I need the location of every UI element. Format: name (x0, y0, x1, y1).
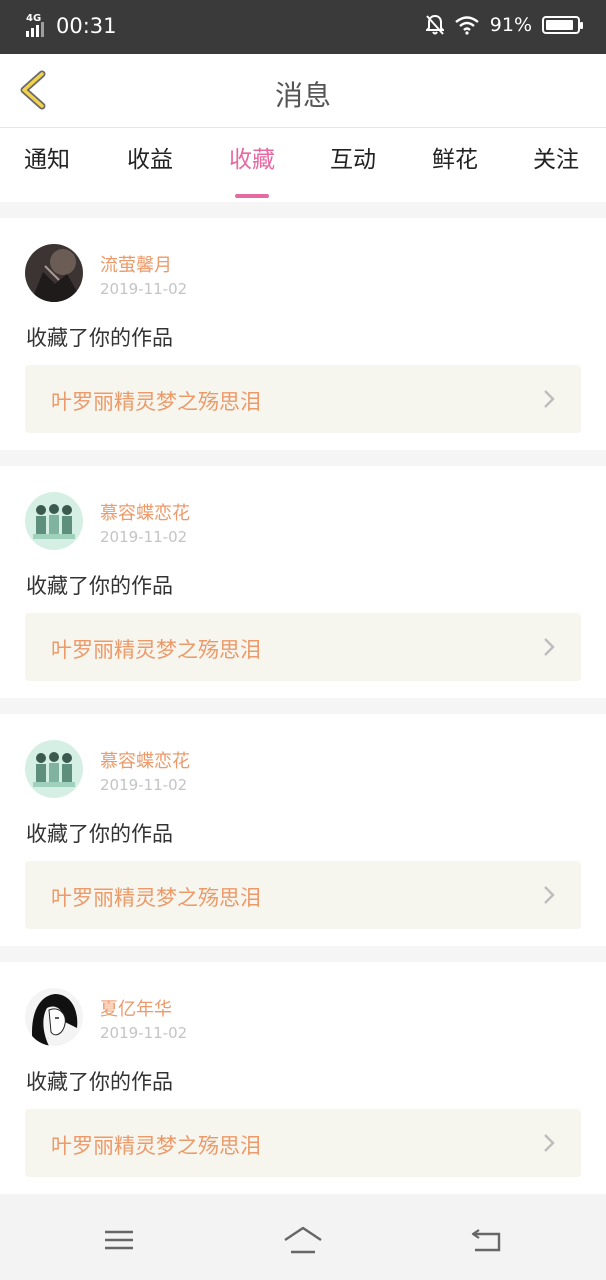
avatar[interactable] (25, 492, 83, 550)
tab-label: 鲜花 (432, 147, 478, 173)
tab-interactions[interactable]: 互动 (330, 140, 376, 174)
work-link[interactable]: 叶罗丽精灵梦之殇思泪 (25, 861, 581, 929)
tab-label: 收益 (127, 147, 173, 173)
signal-icon: 4G (26, 13, 52, 37)
menu-icon[interactable] (99, 1222, 139, 1258)
notification-date: 2019-11-02 (100, 280, 188, 298)
work-title: 叶罗丽精灵梦之殇思泪 (51, 886, 261, 910)
tab-label: 互动 (330, 147, 376, 173)
user-name[interactable]: 流萤馨月 (100, 251, 172, 277)
system-nav-bar (0, 1196, 606, 1280)
list-item: 慕容蝶恋花 2019-11-02 收藏了你的作品 叶罗丽精灵梦之殇思泪 (0, 714, 606, 946)
tab-earnings[interactable]: 收益 (127, 140, 173, 174)
work-link[interactable]: 叶罗丽精灵梦之殇思泪 (25, 1109, 581, 1177)
page-title: 消息 (274, 79, 331, 112)
chevron-right-icon (544, 886, 555, 904)
user-name[interactable]: 慕容蝶恋花 (100, 499, 190, 525)
home-icon[interactable] (283, 1222, 323, 1258)
tab-label: 通知 (24, 147, 70, 173)
tab-favorites[interactable]: 收藏 (229, 140, 275, 198)
user-name[interactable]: 夏亿年华 (100, 995, 172, 1021)
action-text: 收藏了你的作品 (26, 822, 173, 846)
work-link[interactable]: 叶罗丽精灵梦之殇思泪 (25, 365, 581, 433)
header: 消息 (0, 54, 606, 128)
notification-date: 2019-11-02 (100, 776, 188, 794)
work-title: 叶罗丽精灵梦之殇思泪 (51, 390, 261, 414)
tab-indicator (235, 194, 269, 198)
tab-label: 收藏 (229, 147, 275, 173)
clock: 00:31 (56, 14, 117, 38)
list-item: 慕容蝶恋花 2019-11-02 收藏了你的作品 叶罗丽精灵梦之殇思泪 (0, 466, 606, 698)
avatar[interactable] (25, 740, 83, 798)
avatar[interactable] (25, 244, 83, 302)
chevron-right-icon (544, 390, 555, 408)
notification-date: 2019-11-02 (100, 1024, 188, 1042)
list-item: 夏亿年华 2019-11-02 收藏了你的作品 叶罗丽精灵梦之殇思泪 (0, 962, 606, 1194)
list-item: 流萤馨月 2019-11-02 收藏了你的作品 叶罗丽精灵梦之殇思泪 (0, 218, 606, 450)
avatar[interactable] (25, 988, 83, 1046)
user-name[interactable]: 慕容蝶恋花 (100, 747, 190, 773)
battery-percent: 91% (489, 14, 532, 36)
wifi-icon (455, 16, 479, 35)
battery-icon (542, 16, 583, 34)
tab-notice[interactable]: 通知 (24, 140, 70, 174)
work-link[interactable]: 叶罗丽精灵梦之殇思泪 (25, 613, 581, 681)
back-icon[interactable] (467, 1222, 507, 1258)
tab-label: 关注 (533, 147, 579, 173)
tab-flowers[interactable]: 鲜花 (432, 140, 478, 174)
tab-follows[interactable]: 关注 (533, 140, 579, 174)
action-text: 收藏了你的作品 (26, 1070, 173, 1094)
notification-date: 2019-11-02 (100, 528, 188, 546)
work-title: 叶罗丽精灵梦之殇思泪 (51, 1134, 261, 1158)
chevron-right-icon (544, 1134, 555, 1152)
chevron-right-icon (544, 638, 555, 656)
tab-bar: 通知 收益 收藏 互动 鲜花 关注 (0, 128, 606, 202)
status-bar: 4G 00:31 91% (0, 0, 606, 54)
action-text: 收藏了你的作品 (26, 326, 173, 350)
mute-bell-icon (425, 14, 444, 35)
work-title: 叶罗丽精灵梦之殇思泪 (51, 638, 261, 662)
action-text: 收藏了你的作品 (26, 574, 173, 598)
